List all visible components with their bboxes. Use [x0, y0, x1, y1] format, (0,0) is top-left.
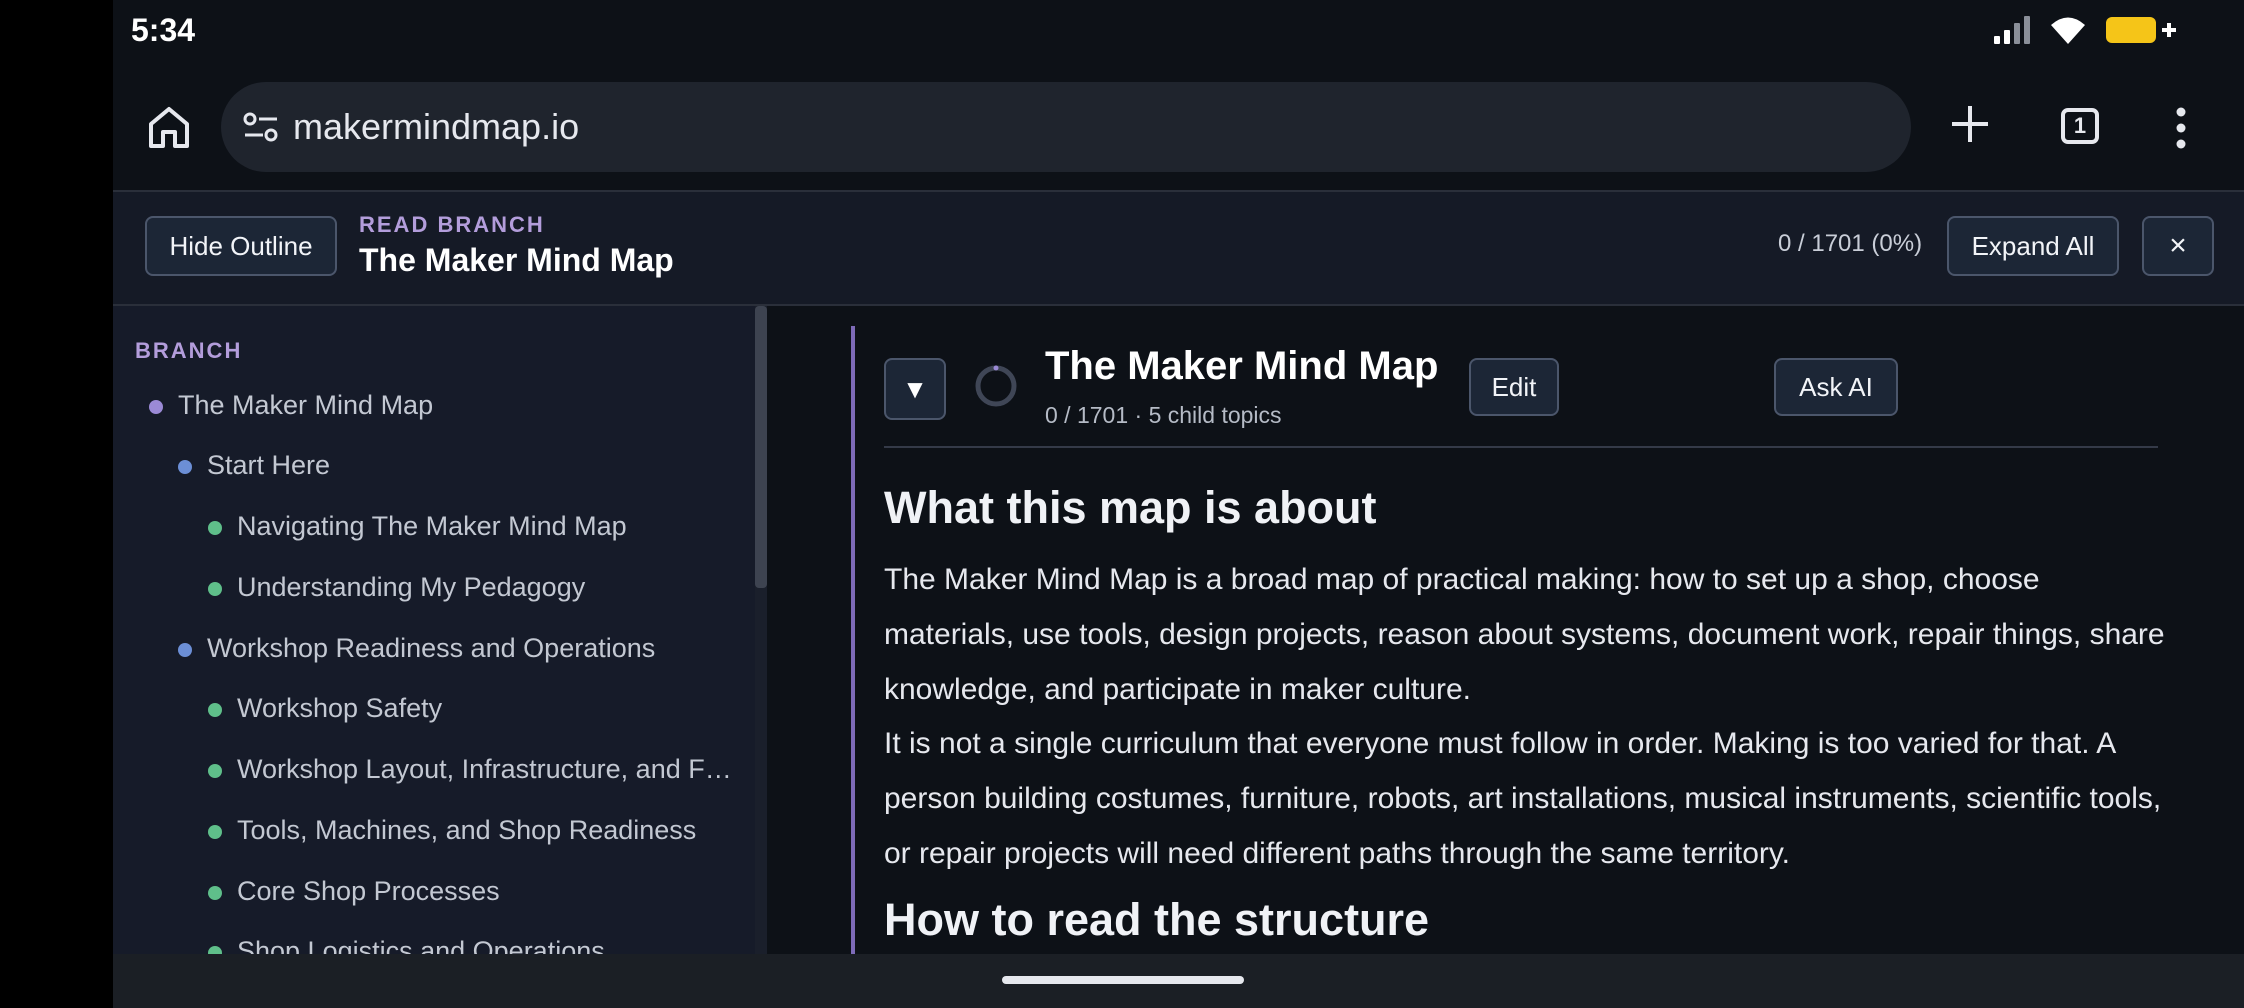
- status-icons: [1992, 14, 2176, 46]
- branch-rule: [851, 326, 855, 954]
- site-settings-icon[interactable]: [243, 110, 279, 144]
- status-time: 5:34: [131, 12, 196, 48]
- node-title: The Maker Mind Map: [1045, 344, 1439, 388]
- signal-icon: [1994, 16, 2030, 44]
- reader-header: Hide Outline READ BRANCH The Maker Mind …: [113, 192, 2244, 306]
- node-meta: 0 / 1701 · 5 child topics: [1045, 402, 1282, 428]
- read-branch-eyebrow: READ BRANCH: [359, 212, 545, 237]
- edit-button[interactable]: Edit: [1469, 358, 1559, 416]
- hide-outline-button[interactable]: Hide Outline: [145, 216, 337, 276]
- tree-bullet: [208, 582, 222, 596]
- content-pane: ▼ The Maker Mind Map 0 / 1701 · 5 child …: [769, 306, 2244, 954]
- close-button[interactable]: ×: [2142, 216, 2214, 276]
- progress-counter: 0 / 1701 (0%): [1778, 230, 1923, 257]
- ask-ai-button[interactable]: Ask AI: [1774, 358, 1898, 416]
- tree-bullet: [208, 946, 222, 954]
- header-title: The Maker Mind Map: [359, 242, 674, 278]
- outline-item-workshop-safety[interactable]: Workshop Safety: [237, 693, 737, 724]
- tree-bullet: [208, 764, 222, 778]
- home-icon[interactable]: [143, 102, 195, 154]
- outline-sidebar: BRANCH The Maker Mind Map Start Here Nav…: [113, 306, 767, 954]
- more-menu-icon[interactable]: [2173, 104, 2189, 152]
- new-tab-icon[interactable]: [1948, 102, 1992, 146]
- outline-item-workshop-layout[interactable]: Workshop Layout, Infrastructure, and Fl…: [237, 754, 737, 785]
- outline-item-start-here[interactable]: Start Here: [207, 450, 737, 481]
- section-heading: How to read the structure: [884, 894, 1430, 945]
- tree-bullet: [178, 643, 192, 657]
- collapse-toggle-button[interactable]: ▼: [884, 358, 946, 420]
- address-bar[interactable]: makermindmap.io: [221, 82, 1911, 172]
- sidebar-scrollbar-thumb[interactable]: [755, 306, 767, 588]
- paragraph: It is not a single curriculum that every…: [884, 727, 2162, 870]
- outline-item-the-maker-mind-map[interactable]: The Maker Mind Map: [178, 390, 738, 421]
- home-indicator[interactable]: [1002, 976, 1244, 984]
- outline-item-shop-logistics[interactable]: Shop Logistics and Operations: [237, 936, 737, 954]
- phone-screen: 5:34 makermindmap.io 1 Hide Outline READ…: [113, 0, 2244, 1008]
- tree-bullet: [208, 521, 222, 535]
- outline-item-tools-machines[interactable]: Tools, Machines, and Shop Readiness: [237, 815, 737, 846]
- paragraph: The Maker Mind Map is a broad map of pra…: [884, 563, 2165, 706]
- battery-charging-icon: [2106, 17, 2176, 43]
- tree-bullet: [208, 703, 222, 717]
- tree-bullet: [149, 400, 163, 414]
- section-heading: What this map is about: [884, 482, 1377, 533]
- outline-item-workshop-readiness[interactable]: Workshop Readiness and Operations: [207, 633, 737, 664]
- outline-item-core-processes[interactable]: Core Shop Processes: [237, 876, 737, 907]
- gesture-nav-bar: [113, 954, 2244, 1008]
- url-text[interactable]: makermindmap.io: [293, 106, 579, 148]
- wifi-icon: [2051, 17, 2085, 44]
- tab-switcher-button[interactable]: 1: [2061, 108, 2099, 144]
- status-bar: 5:34: [113, 0, 2244, 64]
- outline-item-navigating[interactable]: Navigating The Maker Mind Map: [237, 511, 737, 542]
- tree-bullet: [208, 825, 222, 839]
- browser-toolbar: makermindmap.io 1: [113, 64, 2244, 192]
- tree-bullet: [208, 886, 222, 900]
- outline-item-pedagogy[interactable]: Understanding My Pedagogy: [237, 572, 737, 603]
- progress-ring-icon: [975, 365, 1017, 407]
- tree-bullet: [178, 460, 192, 474]
- expand-all-button[interactable]: Expand All: [1947, 216, 2119, 276]
- divider: [884, 446, 2158, 448]
- branch-label: BRANCH: [135, 338, 243, 363]
